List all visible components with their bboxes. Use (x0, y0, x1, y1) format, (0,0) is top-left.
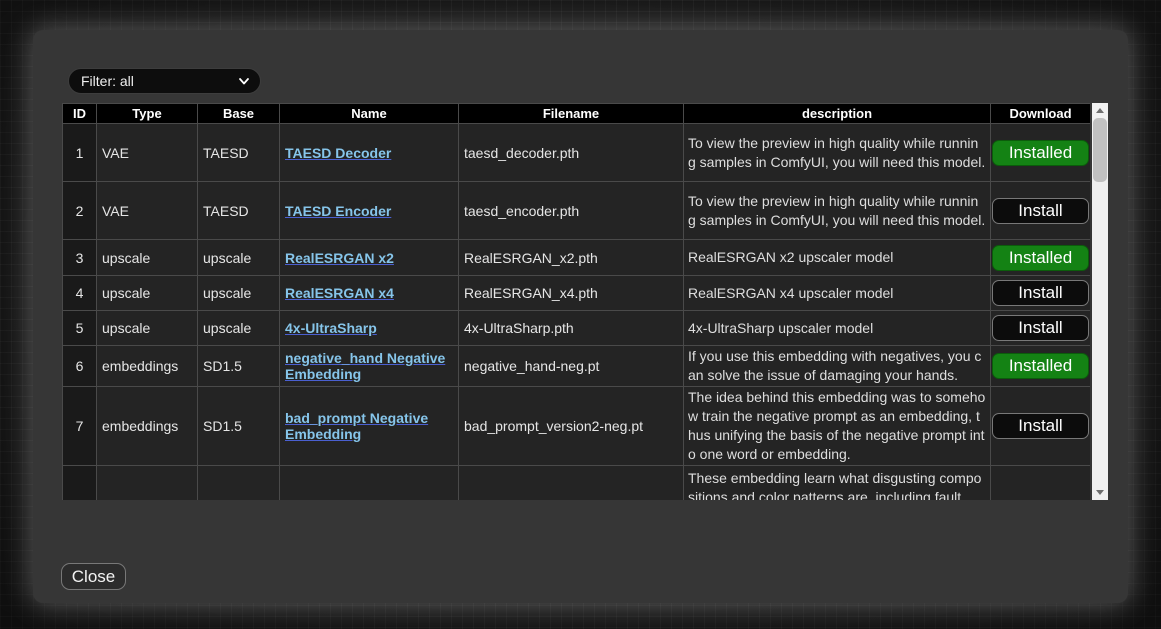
cell-filename: 4x-UltraSharp.pth (459, 311, 684, 346)
download-button[interactable]: Installed (992, 245, 1089, 271)
download-button[interactable]: Installed (992, 353, 1089, 379)
cell-id: 5 (63, 311, 97, 346)
model-name-link[interactable]: negative_hand Negative Embedding (285, 350, 445, 382)
column-header: Filename (459, 104, 684, 124)
cell-filename: RealESRGAN_x4.pth (459, 276, 684, 311)
cell-id: 7 (63, 387, 97, 466)
models-table-viewport: IDTypeBaseNameFilenamedescriptionDownloa… (62, 103, 1090, 500)
table-row: 2 VAE TAESD TAESD Encoder taesd_encoder.… (63, 182, 1091, 240)
cell-name: negative_hand Negative Embedding (280, 346, 459, 387)
model-name-link[interactable]: RealESRGAN x2 (285, 250, 394, 266)
cell-name: RealESRGAN x4 (280, 276, 459, 311)
model-name-link[interactable]: TAESD Encoder (285, 203, 391, 219)
column-header: Type (97, 104, 198, 124)
column-header: ID (63, 104, 97, 124)
filter-select[interactable]: Filter: all (68, 68, 261, 94)
cell-download: Installed (991, 240, 1091, 276)
scrollbar-thumb[interactable] (1093, 118, 1107, 182)
table-row: 6 embeddings SD1.5 negative_hand Negativ… (63, 346, 1091, 387)
cell-filename: taesd_decoder.pth (459, 124, 684, 182)
cell-download: Install (991, 276, 1091, 311)
model-name-link[interactable]: bad_prompt Negative Embedding (285, 410, 428, 442)
cell-type: upscale (97, 240, 198, 276)
cell-base: upscale (198, 311, 280, 346)
cell-filename: bad_prompt_version2-neg.pt (459, 387, 684, 466)
table-row: These embedding learn what disgusting co… (63, 466, 1091, 501)
cell-id (63, 466, 97, 501)
close-button[interactable]: Close (61, 563, 126, 590)
cell-name: TAESD Decoder (280, 124, 459, 182)
download-button[interactable]: Install (992, 315, 1089, 341)
cell-download (991, 466, 1091, 501)
cell-description: These embedding learn what disgusting co… (684, 466, 991, 501)
cell-id: 3 (63, 240, 97, 276)
cell-description: The idea behind this embedding was to so… (684, 387, 991, 466)
cell-name: TAESD Encoder (280, 182, 459, 240)
column-header: description (684, 104, 991, 124)
column-header: Download (991, 104, 1091, 124)
download-button[interactable]: Installed (992, 140, 1089, 166)
table-row: 4 upscale upscale RealESRGAN x4 RealESRG… (63, 276, 1091, 311)
cell-type: embeddings (97, 346, 198, 387)
cell-description: RealESRGAN x4 upscaler model (684, 276, 991, 311)
filter-select-wrap: Filter: all (68, 68, 261, 94)
cell-type: VAE (97, 182, 198, 240)
cell-id: 2 (63, 182, 97, 240)
cell-description: To view the preview in high quality whil… (684, 124, 991, 182)
cell-description: RealESRGAN x2 upscaler model (684, 240, 991, 276)
cell-name: bad_prompt Negative Embedding (280, 387, 459, 466)
cell-filename: taesd_encoder.pth (459, 182, 684, 240)
column-header: Base (198, 104, 280, 124)
cell-download: Installed (991, 124, 1091, 182)
cell-filename: negative_hand-neg.pt (459, 346, 684, 387)
download-button[interactable]: Install (992, 198, 1089, 224)
cell-type: VAE (97, 124, 198, 182)
cell-name: 4x-UltraSharp (280, 311, 459, 346)
cell-description: 4x-UltraSharp upscaler model (684, 311, 991, 346)
cell-base: TAESD (198, 124, 280, 182)
cell-type: embeddings (97, 387, 198, 466)
cell-name (280, 466, 459, 501)
cell-download: Install (991, 387, 1091, 466)
download-button[interactable]: Install (992, 280, 1089, 306)
scroll-up-button[interactable] (1092, 103, 1108, 118)
table-row: 1 VAE TAESD TAESD Decoder taesd_decoder.… (63, 124, 1091, 182)
cell-id: 6 (63, 346, 97, 387)
models-table: IDTypeBaseNameFilenamedescriptionDownloa… (62, 103, 1090, 500)
cell-id: 4 (63, 276, 97, 311)
header-row: IDTypeBaseNameFilenamedescriptionDownloa… (63, 104, 1091, 124)
cell-description: To view the preview in high quality whil… (684, 182, 991, 240)
dialog-toolbar: Filter: all Search (33, 68, 1128, 96)
install-models-dialog: Filter: all Search IDTypeBaseNameFilenam… (33, 30, 1128, 603)
cell-filename: RealESRGAN_x2.pth (459, 240, 684, 276)
download-button[interactable]: Install (992, 413, 1089, 439)
model-name-link[interactable]: 4x-UltraSharp (285, 320, 377, 336)
cell-type: upscale (97, 276, 198, 311)
cell-base: upscale (198, 276, 280, 311)
model-name-link[interactable]: TAESD Decoder (285, 145, 391, 161)
cell-type (97, 466, 198, 501)
cell-download: Install (991, 311, 1091, 346)
table-row: 7 embeddings SD1.5 bad_prompt Negative E… (63, 387, 1091, 466)
cell-type: upscale (97, 311, 198, 346)
cell-name: RealESRGAN x2 (280, 240, 459, 276)
cell-description: If you use this embedding with negatives… (684, 346, 991, 387)
model-name-link[interactable]: RealESRGAN x4 (285, 285, 394, 301)
cell-base: TAESD (198, 182, 280, 240)
cell-base: SD1.5 (198, 346, 280, 387)
table-scrollbar[interactable] (1092, 103, 1108, 500)
table-row: 3 upscale upscale RealESRGAN x2 RealESRG… (63, 240, 1091, 276)
table-row: 5 upscale upscale 4x-UltraSharp 4x-Ultra… (63, 311, 1091, 346)
cell-download: Install (991, 182, 1091, 240)
cell-filename (459, 466, 684, 501)
cell-base (198, 466, 280, 501)
cell-id: 1 (63, 124, 97, 182)
scroll-up-arrow-icon (1096, 108, 1104, 113)
scroll-down-button[interactable] (1092, 485, 1108, 500)
cell-download: Installed (991, 346, 1091, 387)
cell-base: SD1.5 (198, 387, 280, 466)
scroll-down-arrow-icon (1096, 490, 1104, 495)
cell-base: upscale (198, 240, 280, 276)
column-header: Name (280, 104, 459, 124)
